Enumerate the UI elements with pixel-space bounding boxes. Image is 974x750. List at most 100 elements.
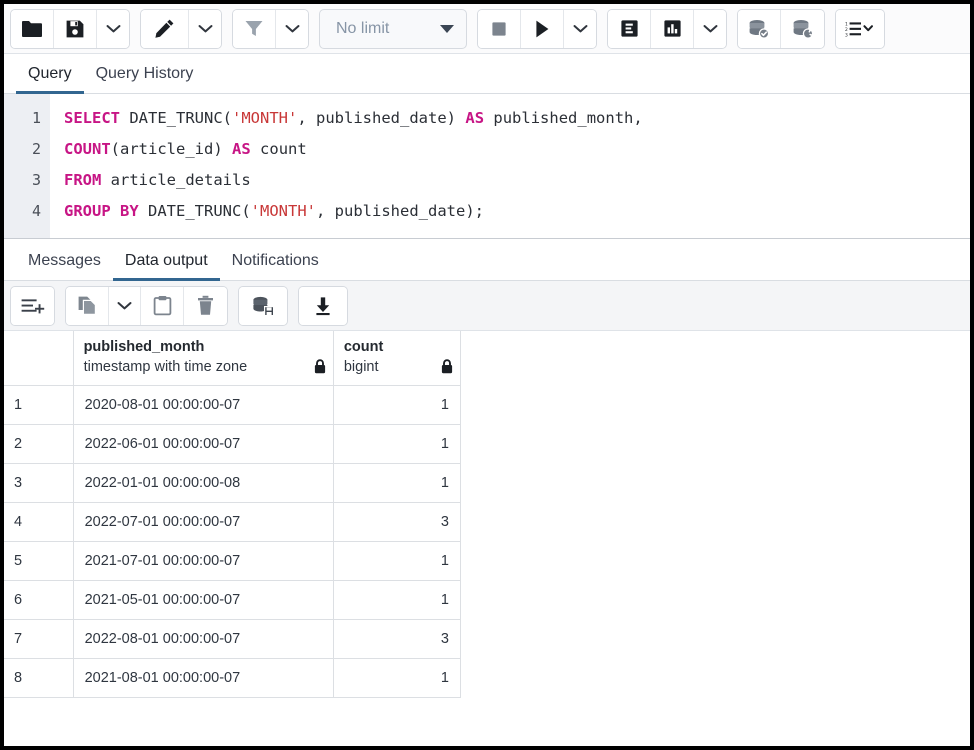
clipboard-group bbox=[65, 286, 228, 326]
data-grid: published_month timestamp with time zone… bbox=[4, 331, 461, 698]
cell-published-month[interactable]: 2021-05-01 00:00:00-07 bbox=[73, 580, 333, 619]
save-file-dropdown[interactable] bbox=[97, 10, 129, 48]
editor-line-number: 1 bbox=[4, 103, 41, 134]
tab-messages[interactable]: Messages bbox=[16, 248, 113, 281]
column-header-published-month[interactable]: published_month timestamp with time zone bbox=[73, 331, 333, 385]
row-number: 4 bbox=[4, 502, 73, 541]
editor-code-line: COUNT(article_id) AS count bbox=[64, 134, 970, 165]
svg-text:1: 1 bbox=[845, 21, 848, 27]
row-number: 6 bbox=[4, 580, 73, 619]
table-row[interactable]: 12020-08-01 00:00:00-071 bbox=[4, 385, 461, 424]
cell-count[interactable]: 1 bbox=[333, 658, 460, 697]
edit-button[interactable] bbox=[141, 10, 189, 48]
result-toolbar bbox=[4, 281, 970, 331]
editor-code[interactable]: SELECT DATE_TRUNC('MONTH', published_dat… bbox=[50, 94, 970, 238]
data-grid-wrapper[interactable]: published_month timestamp with time zone… bbox=[4, 331, 970, 746]
cell-published-month[interactable]: 2022-07-01 00:00:00-07 bbox=[73, 502, 333, 541]
cell-count[interactable]: 1 bbox=[333, 424, 460, 463]
download-csv-button[interactable] bbox=[299, 287, 347, 325]
stop-button[interactable] bbox=[478, 10, 521, 48]
edit-group bbox=[140, 9, 222, 49]
open-file-button[interactable] bbox=[11, 10, 54, 48]
macros-group: 1 2 3 bbox=[835, 9, 885, 49]
cell-count[interactable]: 1 bbox=[333, 385, 460, 424]
tab-data-output[interactable]: Data output bbox=[113, 248, 220, 281]
svg-text:3: 3 bbox=[845, 32, 848, 37]
table-row[interactable]: 62021-05-01 00:00:00-071 bbox=[4, 580, 461, 619]
table-row[interactable]: 22022-06-01 00:00:00-071 bbox=[4, 424, 461, 463]
save-file-button[interactable] bbox=[54, 10, 97, 48]
file-group bbox=[10, 9, 130, 49]
copy-button[interactable] bbox=[66, 287, 109, 325]
caret-down-icon bbox=[440, 25, 454, 33]
table-row[interactable]: 72022-08-01 00:00:00-073 bbox=[4, 619, 461, 658]
row-limit-select[interactable]: No limit bbox=[319, 9, 467, 49]
data-grid-head: published_month timestamp with time zone… bbox=[4, 331, 461, 385]
commit-button[interactable] bbox=[738, 10, 781, 48]
explain-analyze-button[interactable] bbox=[651, 10, 694, 48]
query-tabbar: Query Query History bbox=[4, 54, 970, 94]
tab-query[interactable]: Query bbox=[16, 61, 84, 94]
delete-button[interactable] bbox=[184, 287, 227, 325]
add-row-group bbox=[10, 286, 55, 326]
tab-query-history-label: Query History bbox=[96, 65, 194, 82]
column-name: published_month bbox=[84, 337, 307, 357]
table-row[interactable]: 52021-07-01 00:00:00-071 bbox=[4, 541, 461, 580]
editor-code-line: FROM article_details bbox=[64, 165, 970, 196]
lock-icon bbox=[314, 359, 326, 378]
column-type: bigint bbox=[344, 357, 434, 377]
editor-code-line: SELECT DATE_TRUNC('MONTH', published_dat… bbox=[64, 103, 970, 134]
cell-count[interactable]: 1 bbox=[333, 463, 460, 502]
data-grid-body: 12020-08-01 00:00:00-07122022-06-01 00:0… bbox=[4, 385, 461, 697]
editor-code-line: GROUP BY DATE_TRUNC('MONTH', published_d… bbox=[64, 196, 970, 227]
tab-query-label: Query bbox=[28, 65, 72, 82]
pgadmin-query-tool: No limit bbox=[4, 4, 970, 746]
table-row[interactable]: 32022-01-01 00:00:00-081 bbox=[4, 463, 461, 502]
tab-notifications-label: Notifications bbox=[232, 252, 319, 269]
cell-count[interactable]: 1 bbox=[333, 541, 460, 580]
cell-published-month[interactable]: 2021-08-01 00:00:00-07 bbox=[73, 658, 333, 697]
transaction-group bbox=[737, 9, 825, 49]
cell-published-month[interactable]: 2022-01-01 00:00:00-08 bbox=[73, 463, 333, 502]
column-header-count[interactable]: count bigint bbox=[333, 331, 460, 385]
table-row[interactable]: 82021-08-01 00:00:00-071 bbox=[4, 658, 461, 697]
cell-published-month[interactable]: 2021-07-01 00:00:00-07 bbox=[73, 541, 333, 580]
edit-dropdown[interactable] bbox=[189, 10, 221, 48]
column-name: count bbox=[344, 337, 434, 357]
tab-data-output-label: Data output bbox=[125, 252, 208, 269]
rollback-button[interactable] bbox=[781, 10, 824, 48]
execute-dropdown[interactable] bbox=[564, 10, 596, 48]
paste-button[interactable] bbox=[141, 287, 184, 325]
cell-published-month[interactable]: 2022-08-01 00:00:00-07 bbox=[73, 619, 333, 658]
tab-notifications[interactable]: Notifications bbox=[220, 248, 331, 281]
filter-dropdown[interactable] bbox=[276, 10, 308, 48]
row-number: 8 bbox=[4, 658, 73, 697]
execute-button[interactable] bbox=[521, 10, 564, 48]
filter-group bbox=[232, 9, 309, 49]
row-number: 5 bbox=[4, 541, 73, 580]
download-group bbox=[298, 286, 348, 326]
tab-query-history[interactable]: Query History bbox=[84, 61, 206, 94]
execute-group bbox=[477, 9, 597, 49]
sql-editor[interactable]: 1234 SELECT DATE_TRUNC('MONTH', publishe… bbox=[4, 94, 970, 239]
column-type: timestamp with time zone bbox=[84, 357, 307, 377]
cell-count[interactable]: 3 bbox=[333, 502, 460, 541]
save-data-group bbox=[238, 286, 288, 326]
row-number: 2 bbox=[4, 424, 73, 463]
cell-count[interactable]: 1 bbox=[333, 580, 460, 619]
macros-button[interactable]: 1 2 3 bbox=[836, 10, 884, 48]
save-data-changes-button[interactable] bbox=[239, 287, 287, 325]
tab-messages-label: Messages bbox=[28, 252, 101, 269]
filter-button[interactable] bbox=[233, 10, 276, 48]
cell-published-month[interactable]: 2020-08-01 00:00:00-07 bbox=[73, 385, 333, 424]
row-number: 7 bbox=[4, 619, 73, 658]
cell-published-month[interactable]: 2022-06-01 00:00:00-07 bbox=[73, 424, 333, 463]
row-limit-value: No limit bbox=[336, 20, 389, 38]
explain-dropdown[interactable] bbox=[694, 10, 726, 48]
cell-count[interactable]: 3 bbox=[333, 619, 460, 658]
copy-dropdown[interactable] bbox=[109, 287, 141, 325]
table-row[interactable]: 42022-07-01 00:00:00-073 bbox=[4, 502, 461, 541]
explain-button[interactable] bbox=[608, 10, 651, 48]
explain-group bbox=[607, 9, 727, 49]
add-row-button[interactable] bbox=[11, 287, 54, 325]
